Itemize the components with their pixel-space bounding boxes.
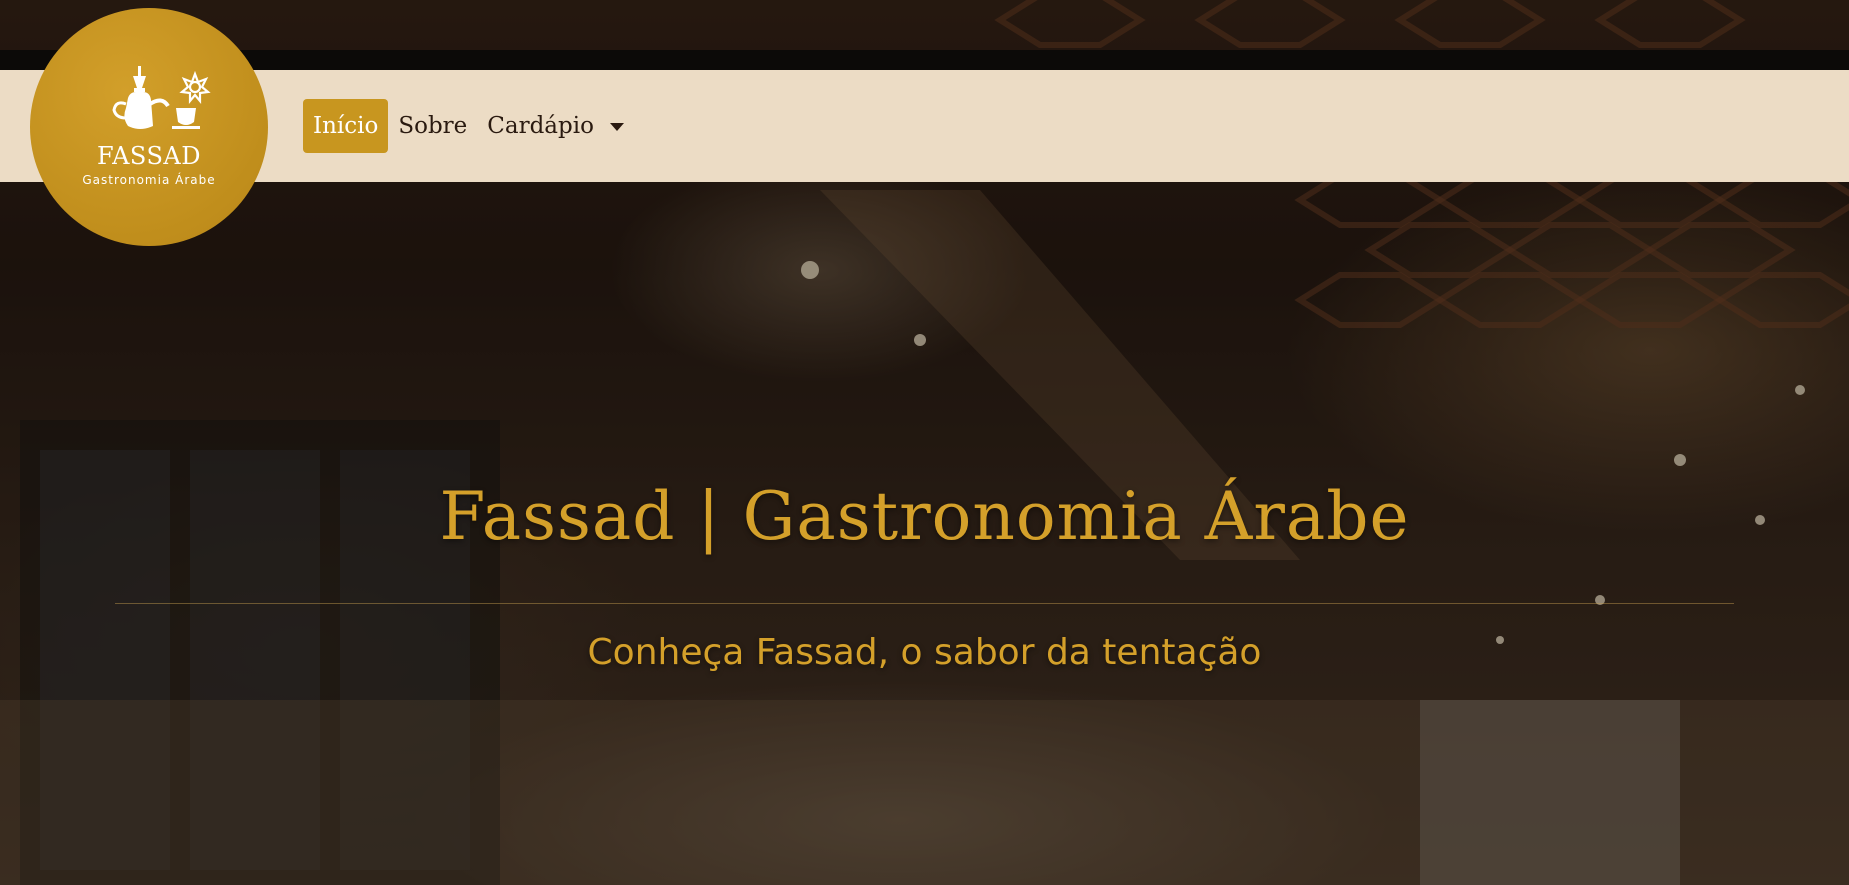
navbar: Início Sobre Cardápio [0,70,1849,182]
chevron-down-icon [609,123,624,131]
nav-list: Início Sobre Cardápio [303,96,634,156]
brand-name: FASSAD [97,142,201,170]
nav-item-inicio[interactable]: Início [303,99,389,153]
hero-title: Fassad | Gastronomia Árabe [439,478,1410,555]
top-strip [0,50,1849,70]
brand-logo[interactable]: FASSAD Gastronomia Árabe [30,8,268,246]
hero-tagline: Conheça Fassad, o sabor da tentação [587,632,1262,673]
nav-item-sobre[interactable]: Sobre [388,99,477,153]
brand-subtitle: Gastronomia Árabe [82,173,216,187]
nav-item-label: Início [313,113,379,139]
nav-item-cardapio[interactable]: Cardápio [477,99,634,153]
nav-item-label: Sobre [398,113,468,139]
nav-item-label: Cardápio [487,113,594,139]
hero-divider [115,603,1734,604]
coffee-pot-logo-icon [112,66,211,129]
